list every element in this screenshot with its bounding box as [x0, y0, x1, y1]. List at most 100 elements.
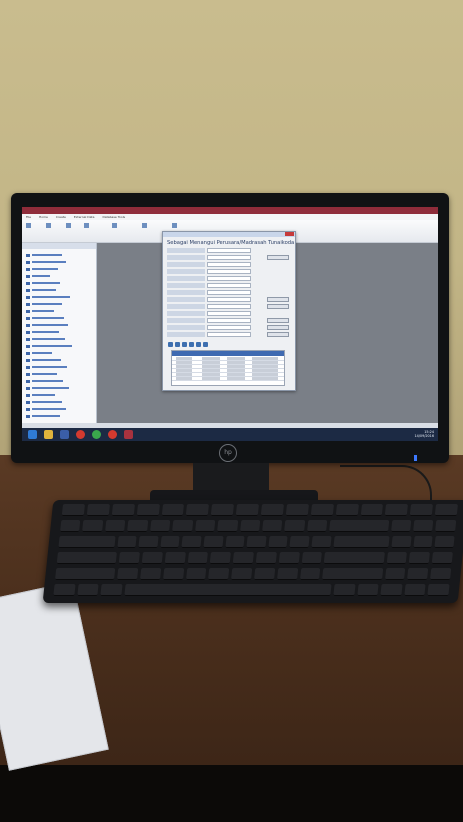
ribbon-button[interactable]	[46, 223, 52, 228]
subform-header	[172, 351, 284, 356]
form-button[interactable]	[267, 318, 289, 323]
form-row	[167, 297, 291, 302]
windows-start-icon[interactable]	[28, 430, 37, 439]
nav-item[interactable]	[26, 330, 59, 334]
table-row[interactable]	[172, 377, 284, 381]
save-record-icon[interactable]	[175, 342, 180, 347]
nav-pane-header[interactable]	[22, 243, 96, 249]
tab-create[interactable]: Create	[56, 215, 66, 219]
field-input[interactable]	[207, 304, 251, 309]
record-toolbar	[168, 342, 208, 347]
nav-item[interactable]	[26, 358, 61, 362]
nav-item[interactable]	[26, 407, 66, 411]
form-button[interactable]	[267, 332, 289, 337]
form-row	[167, 290, 291, 295]
nav-item[interactable]	[26, 337, 65, 341]
field-label	[167, 276, 205, 281]
nav-item[interactable]	[26, 393, 55, 397]
close-icon[interactable]	[285, 232, 294, 236]
ribbon-button[interactable]	[84, 223, 90, 228]
media-icon[interactable]	[60, 430, 69, 439]
nav-item[interactable]	[26, 260, 66, 264]
view-icon	[26, 223, 31, 228]
search-icon[interactable]	[196, 342, 201, 347]
print-icon[interactable]	[189, 342, 194, 347]
field-input[interactable]	[207, 318, 251, 323]
nav-item[interactable]	[26, 309, 54, 313]
power-led	[414, 455, 417, 461]
keyboard	[42, 500, 463, 603]
form-button[interactable]	[267, 297, 289, 302]
field-label	[167, 325, 205, 330]
opera-icon[interactable]	[108, 430, 117, 439]
field-input[interactable]	[207, 311, 251, 316]
nav-item[interactable]	[26, 295, 70, 299]
field-label	[167, 248, 205, 253]
form-row	[167, 262, 291, 267]
nav-item[interactable]	[26, 386, 69, 390]
nav-item[interactable]	[26, 365, 67, 369]
field-label	[167, 255, 205, 260]
field-input[interactable]	[207, 290, 251, 295]
nav-item[interactable]	[26, 274, 50, 278]
form-button[interactable]	[267, 255, 289, 260]
field-label	[167, 311, 205, 316]
field-label	[167, 332, 205, 337]
form-row	[167, 276, 291, 281]
ribbon-button[interactable]	[172, 223, 178, 228]
form-row	[167, 255, 291, 260]
nav-item[interactable]	[26, 267, 58, 271]
ribbon-button[interactable]	[66, 223, 72, 228]
hp-logo: hp	[219, 444, 237, 462]
nav-item[interactable]	[26, 379, 63, 383]
field-input[interactable]	[207, 262, 251, 267]
field-input[interactable]	[207, 255, 251, 260]
nav-item[interactable]	[26, 400, 62, 404]
delete-record-icon[interactable]	[182, 342, 187, 347]
nav-item[interactable]	[26, 253, 62, 257]
field-input[interactable]	[207, 325, 251, 330]
nav-item[interactable]	[26, 372, 57, 376]
opera-icon[interactable]	[76, 430, 85, 439]
field-label	[167, 269, 205, 274]
field-input[interactable]	[207, 269, 251, 274]
form-row	[167, 311, 291, 316]
field-input[interactable]	[207, 276, 251, 281]
taskbar: 15:24 14/09/2016	[22, 428, 438, 441]
field-input[interactable]	[207, 332, 251, 337]
tab-external-data[interactable]: External Data	[74, 215, 95, 219]
nav-item[interactable]	[26, 316, 64, 320]
find-icon	[172, 223, 177, 228]
taskbar-clock[interactable]: 15:24 14/09/2016	[414, 430, 434, 438]
ribbon-button[interactable]	[112, 223, 118, 228]
nav-item[interactable]	[26, 351, 52, 355]
add-record-icon[interactable]	[168, 342, 173, 347]
nav-item[interactable]	[26, 302, 62, 306]
nav-item[interactable]	[26, 344, 72, 348]
ribbon-button[interactable]	[142, 223, 148, 228]
tab-database-tools[interactable]: Database Tools	[102, 215, 125, 219]
nav-item[interactable]	[26, 414, 60, 418]
cut-icon	[66, 223, 71, 228]
nav-item[interactable]	[26, 323, 68, 327]
tab-home[interactable]: Home	[39, 215, 48, 219]
field-input[interactable]	[207, 297, 251, 302]
ribbon-button[interactable]	[26, 223, 32, 228]
form-button[interactable]	[267, 304, 289, 309]
chrome-icon[interactable]	[92, 430, 101, 439]
filter-icon	[84, 223, 89, 228]
records-subform	[171, 350, 285, 386]
form-row	[167, 304, 291, 309]
field-label	[167, 304, 205, 309]
form-button[interactable]	[267, 325, 289, 330]
file-explorer-icon[interactable]	[44, 430, 53, 439]
paste-icon	[46, 223, 51, 228]
nav-item[interactable]	[26, 281, 60, 285]
tab-file[interactable]: File	[26, 215, 31, 219]
nav-item[interactable]	[26, 288, 56, 292]
field-input[interactable]	[207, 248, 251, 253]
dialog-title: Sebagai Menangui Perusara/Madrasah Tunai…	[167, 240, 295, 246]
access-icon[interactable]	[124, 430, 133, 439]
field-input[interactable]	[207, 283, 251, 288]
exit-icon[interactable]	[203, 342, 208, 347]
